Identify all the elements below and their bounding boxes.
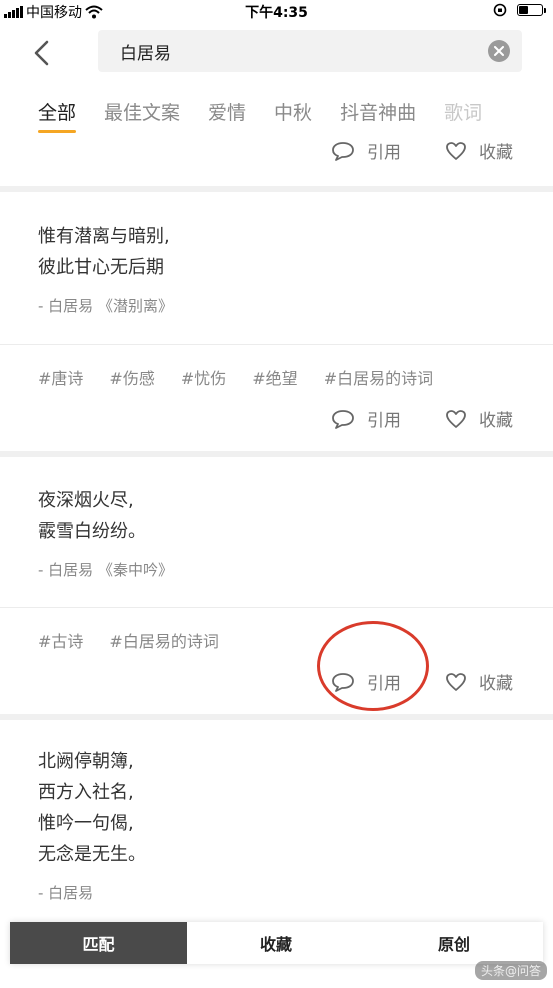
tag[interactable]: #唐诗 [38, 365, 83, 389]
favorite-button[interactable]: 收藏 [445, 669, 513, 694]
bottom-segmented-control: 匹配 收藏 原创 [10, 922, 543, 964]
favorite-label: 收藏 [479, 674, 513, 694]
battery-icon [517, 4, 546, 16]
quote-card[interactable]: 北阙停朝簿, 西方入社名, 惟吟一句偈, 无念是无生。 - 白居易 [0, 720, 553, 903]
quote-line: 惟有潜离与暗别, [38, 226, 170, 247]
favorite-button[interactable]: 收藏 [445, 138, 513, 163]
tag-list: #唐诗 #伤感 #忧伤 #绝望 #白居易的诗词 [0, 365, 553, 389]
quote-line: 惟吟一句偈, [38, 813, 134, 834]
quote-card[interactable]: 惟有潜离与暗别, 彼此甘心无后期 - 白居易 《潜别离》 [0, 192, 553, 316]
quote-line: 夜深烟火尽, [38, 490, 134, 511]
tag[interactable]: #古诗 [38, 628, 83, 652]
search-header [0, 22, 553, 84]
tab-best-copy[interactable]: 最佳文案 [104, 84, 180, 138]
segment-match[interactable]: 匹配 [10, 922, 187, 964]
search-input[interactable] [120, 30, 480, 72]
heart-icon [446, 672, 466, 691]
quote-card[interactable]: 夜深烟火尽, 霰雪白纷纷。 - 白居易 《秦中吟》 [0, 457, 553, 580]
quote-button[interactable]: 引用 [331, 406, 401, 431]
divider [0, 344, 553, 345]
tab-douyin[interactable]: 抖音神曲 [340, 84, 416, 138]
favorite-button[interactable]: 收藏 [445, 406, 513, 431]
card-actions: 引用 收藏 [0, 138, 553, 174]
card-actions: 引用 收藏 [0, 406, 553, 431]
watermark: 头条@问答 [474, 961, 547, 980]
status-bar: 中国移动 下午4:35 [0, 0, 553, 22]
comment-icon [332, 409, 354, 429]
quote-line: 无念是无生。 [38, 844, 146, 865]
back-button[interactable] [26, 36, 56, 70]
tag[interactable]: #白居易的诗词 [109, 628, 218, 652]
tag[interactable]: #忧伤 [181, 365, 226, 389]
category-tabs: 全部 最佳文案 爱情 中秋 抖音神曲 歌词 [0, 84, 553, 138]
tab-mid-autumn[interactable]: 中秋 [274, 84, 312, 138]
quote-line: 霰雪白纷纷。 [38, 521, 146, 542]
comment-icon [332, 672, 354, 692]
quote-line: 西方入社名, [38, 782, 134, 803]
quote-label: 引用 [367, 411, 401, 431]
quote-line: 彼此甘心无后期 [38, 257, 164, 278]
quote-label: 引用 [367, 674, 401, 694]
close-icon [494, 46, 504, 56]
clear-search-button[interactable] [488, 40, 510, 62]
chevron-left-icon [34, 40, 49, 66]
tag-list: #古诗 #白居易的诗词 [0, 628, 553, 652]
status-time: 下午4:35 [245, 5, 308, 21]
quote-line: 北阙停朝簿, [38, 751, 134, 772]
favorite-label: 收藏 [479, 143, 513, 163]
rotation-lock-icon [493, 3, 507, 17]
search-box [98, 30, 522, 72]
tab-lyrics[interactable]: 歌词 [444, 84, 482, 138]
quote-source: - 白居易 [38, 884, 94, 902]
divider [0, 607, 553, 608]
quote-button[interactable]: 引用 [331, 669, 401, 694]
tag[interactable]: #绝望 [252, 365, 297, 389]
tag[interactable]: #伤感 [109, 365, 154, 389]
comment-icon [332, 141, 354, 161]
status-right [493, 3, 546, 17]
quote-source: - 白居易 《潜别离》 [38, 297, 173, 315]
card-actions: 引用 收藏 [0, 669, 553, 694]
segment-original[interactable]: 原创 [365, 922, 543, 964]
heart-icon [446, 141, 466, 160]
tab-all[interactable]: 全部 [38, 84, 77, 138]
favorite-label: 收藏 [479, 411, 513, 431]
tab-love[interactable]: 爱情 [208, 84, 246, 138]
results-feed: 引用 收藏 惟有潜离与暗别, 彼此甘心无后期 - 白居易 《潜别离》 #唐诗 #… [0, 138, 553, 903]
heart-icon [446, 409, 466, 428]
quote-button[interactable]: 引用 [331, 138, 401, 163]
quote-source: - 白居易 《秦中吟》 [38, 561, 173, 579]
segment-favorites[interactable]: 收藏 [187, 922, 365, 964]
tag[interactable]: #白居易的诗词 [324, 365, 433, 389]
quote-label: 引用 [367, 143, 401, 163]
